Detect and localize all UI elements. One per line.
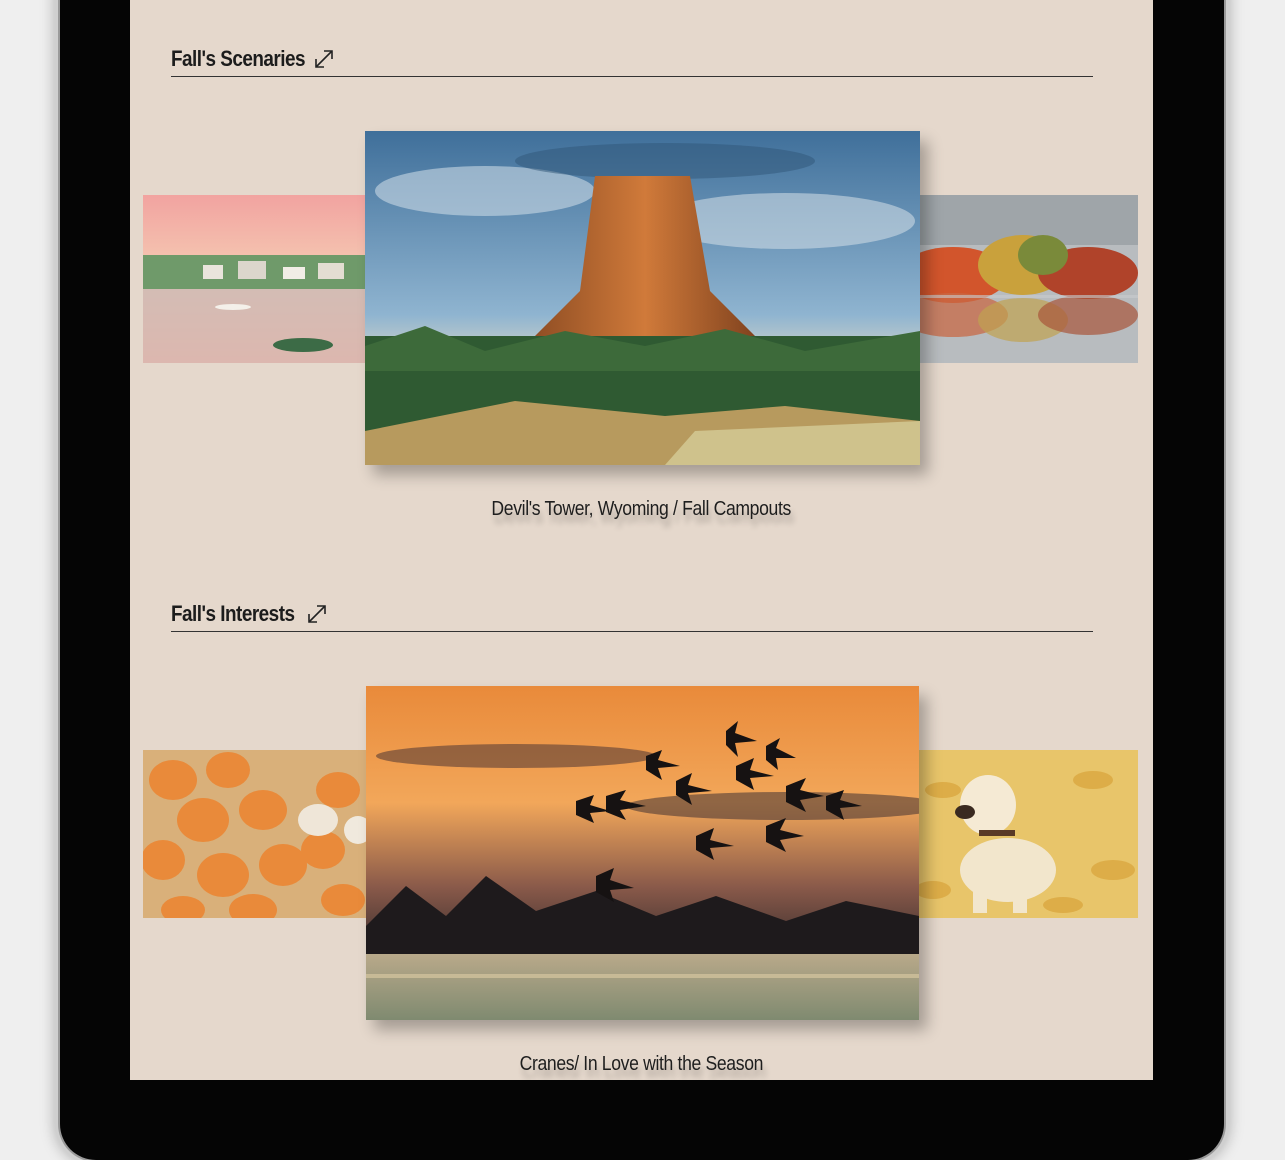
carousel-scenaries[interactable] bbox=[130, 131, 1153, 471]
carousel-image-right[interactable] bbox=[913, 195, 1138, 363]
carousel-interests[interactable] bbox=[130, 686, 1153, 1026]
carousel-image-center[interactable] bbox=[365, 131, 920, 465]
expand-icon[interactable] bbox=[313, 48, 335, 70]
carousel-caption-interests[interactable]: Cranes/ In Love with the Season bbox=[130, 1053, 1153, 1076]
section-header-interests: Fall's Interests bbox=[171, 595, 1093, 632]
carousel-caption-scenaries[interactable]: Devil's Tower, Wyoming / Fall Campouts bbox=[130, 498, 1153, 521]
carousel-image-center[interactable] bbox=[366, 686, 919, 1020]
carousel-image-left[interactable] bbox=[143, 750, 368, 918]
expand-icon[interactable] bbox=[306, 603, 328, 625]
section-header-scenaries: Fall's Scenaries bbox=[171, 40, 1093, 77]
screen: Fall's Scenaries Devil's Tower, Wyoming … bbox=[130, 0, 1153, 1080]
carousel-image-left[interactable] bbox=[143, 195, 368, 363]
section-title: Fall's Scenaries bbox=[171, 46, 306, 71]
carousel-image-right[interactable] bbox=[913, 750, 1138, 918]
section-title: Fall's Interests bbox=[171, 601, 295, 626]
